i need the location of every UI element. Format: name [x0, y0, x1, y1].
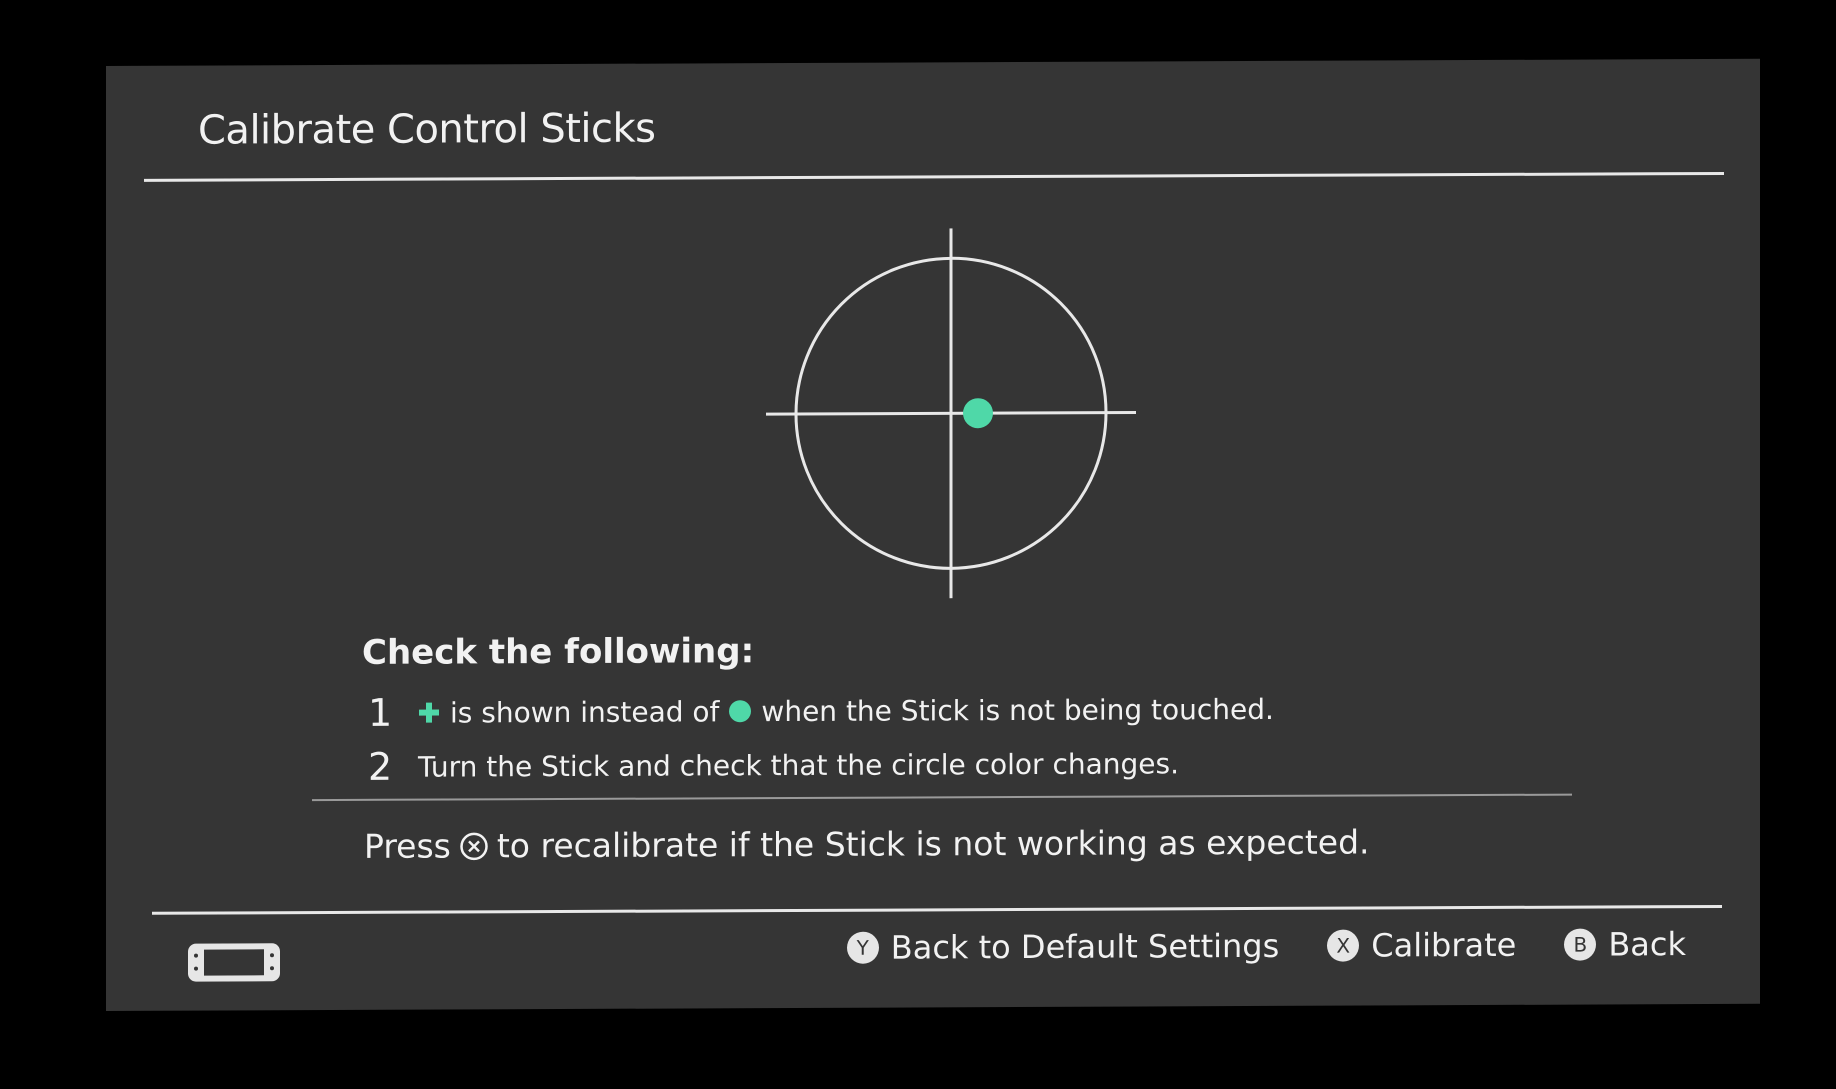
- calibration-screen: Calibrate Control Sticks Check the follo…: [106, 58, 1760, 1011]
- section-divider: [312, 793, 1572, 802]
- calibrate-button[interactable]: X Calibrate: [1327, 926, 1516, 965]
- stick-position-diagram: [766, 228, 1136, 599]
- item-number: 2: [368, 744, 393, 789]
- stick-dot-icon: [963, 398, 993, 429]
- plus-icon: [419, 702, 439, 723]
- page-title: Calibrate Control Sticks: [198, 105, 656, 154]
- back-label: Back: [1608, 925, 1686, 964]
- handheld-mode-icon: [188, 943, 280, 982]
- stick-dot-icon: [729, 700, 752, 723]
- instruction-item-1: 1 is shown instead of when the Stick is …: [368, 687, 1274, 735]
- back-to-default-button[interactable]: Y Back to Default Settings: [846, 926, 1280, 967]
- item-number: 1: [368, 690, 393, 735]
- recalibrate-hint: Press to recalibrate if the Stick is not…: [364, 822, 1370, 865]
- instruction-item-2: 2 Turn the Stick and check that the circ…: [368, 741, 1179, 789]
- b-button-icon: B: [1564, 928, 1597, 961]
- footer-actions: Y Back to Default Settings X Calibrate B…: [846, 925, 1686, 967]
- hint-text-after: to recalibrate if the Stick is not worki…: [496, 822, 1370, 866]
- hint-text-before: Press: [364, 826, 451, 866]
- item-text: Turn the Stick and check that the circle…: [418, 746, 1179, 784]
- x-button-icon: X: [1327, 929, 1360, 962]
- back-button[interactable]: B Back: [1564, 925, 1686, 964]
- y-button-icon: Y: [846, 931, 879, 964]
- instructions-heading: Check the following:: [362, 631, 755, 673]
- calibrate-label: Calibrate: [1371, 925, 1517, 965]
- footer-divider: [152, 904, 1722, 915]
- item-text-after: when the Stick is not being touched.: [761, 692, 1274, 728]
- title-divider: [144, 171, 1724, 182]
- item-text-before: is shown instead of: [450, 694, 720, 729]
- back-to-default-label: Back to Default Settings: [890, 926, 1280, 967]
- x-button-icon: [460, 832, 488, 860]
